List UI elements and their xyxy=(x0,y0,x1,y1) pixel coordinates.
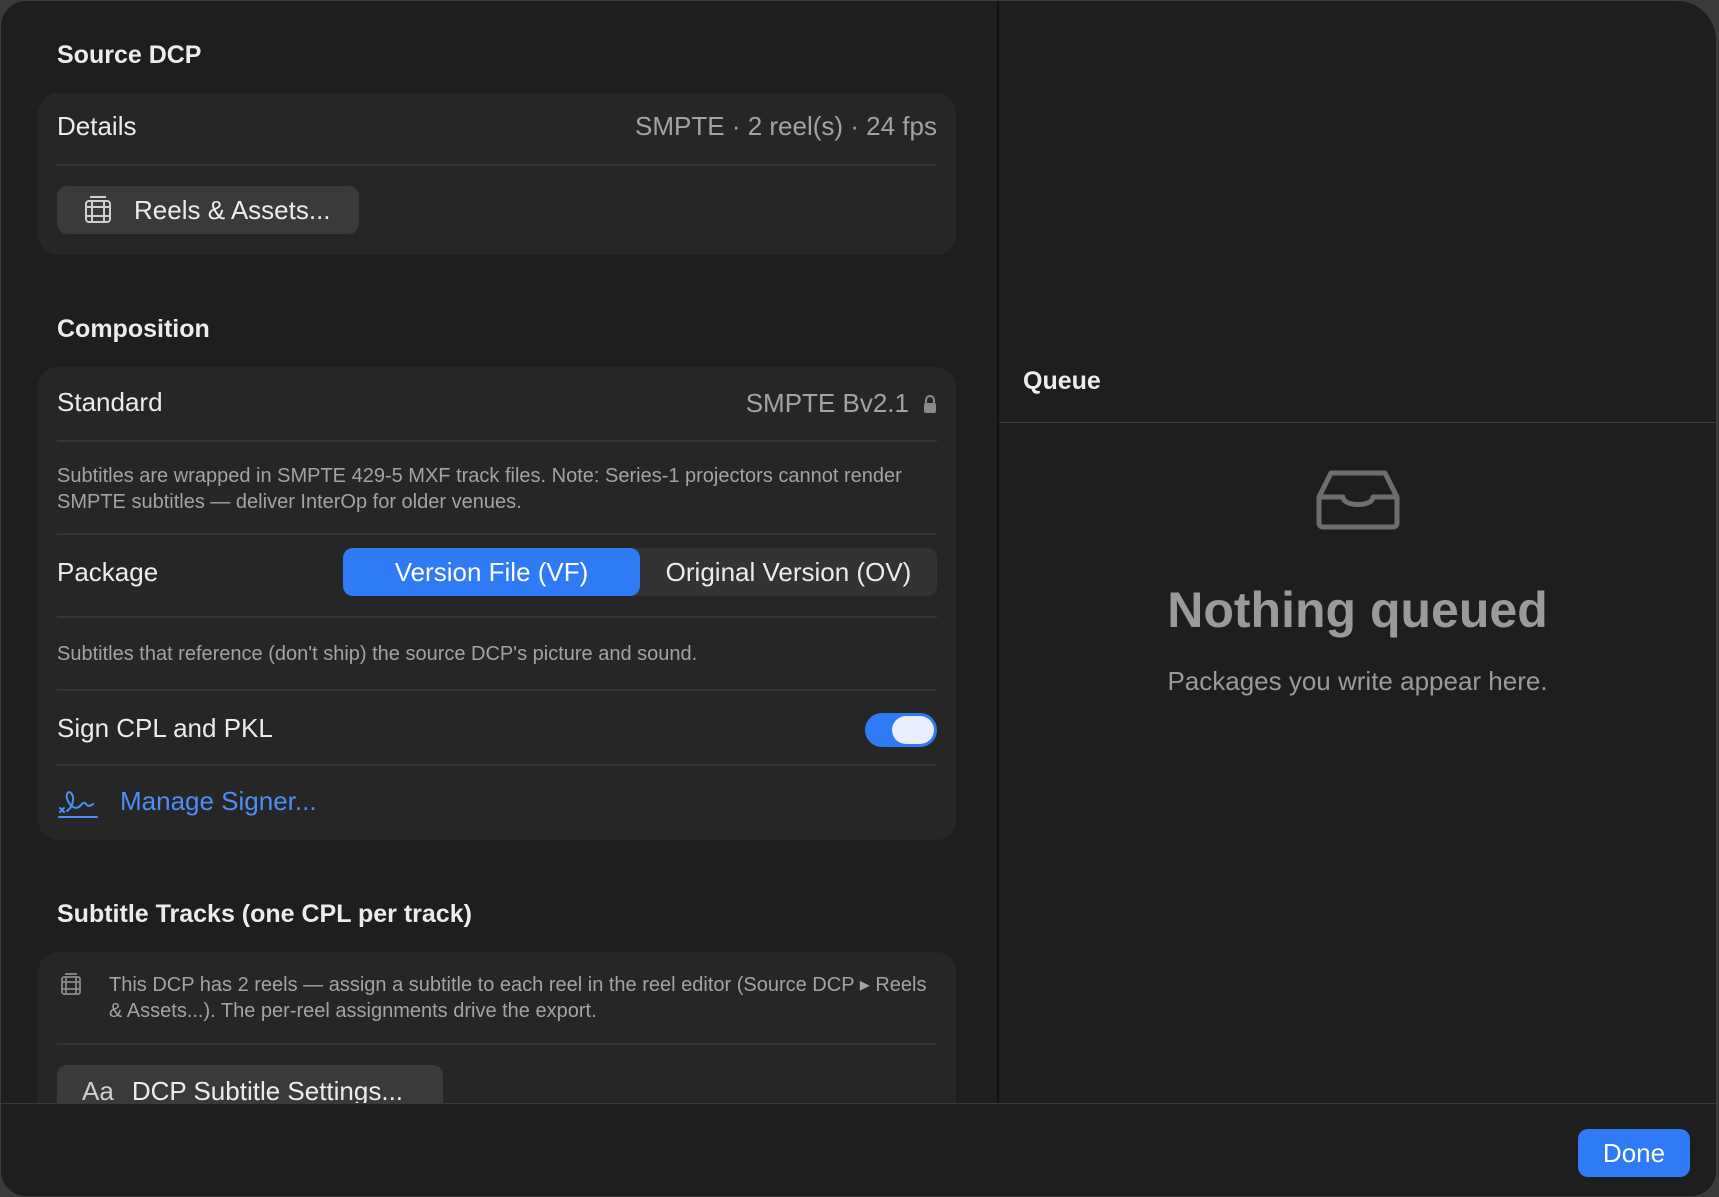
package-option-vf[interactable]: Version File (VF) xyxy=(343,548,640,596)
standard-label: Standard xyxy=(57,387,163,417)
sheet-window: Source DCP Details SMPTE · 2 reel(s) · 2… xyxy=(0,0,1717,1197)
package-segmented-control[interactable]: Version File (VF) Original Version (OV) xyxy=(343,548,937,596)
standard-value: SMPTE Bv2.1 xyxy=(745,388,909,418)
separator xyxy=(57,689,937,691)
film-icon xyxy=(83,195,113,225)
source-dcp-heading: Source DCP xyxy=(57,41,202,69)
toggle-knob xyxy=(892,716,934,744)
dcp-subtitle-settings-button[interactable]: Aa DCP Subtitle Settings... xyxy=(57,1065,443,1103)
reels-assets-button[interactable]: Reels & Assets... xyxy=(57,186,359,234)
composition-heading: Composition xyxy=(57,315,210,343)
package-option-ov[interactable]: Original Version (OV) xyxy=(640,548,937,596)
separator xyxy=(57,533,937,535)
queue-pane: Queue Nothing queued Packages you write … xyxy=(999,1,1716,1103)
empty-state-subtitle: Packages you write appear here. xyxy=(1167,666,1548,696)
queue-heading: Queue xyxy=(1023,367,1101,395)
text-format-icon: Aa xyxy=(82,1075,114,1104)
separator xyxy=(999,422,1716,423)
package-label: Package xyxy=(57,557,159,587)
details-label: Details xyxy=(57,111,137,141)
composition-card: Standard SMPTE Bv2.1 Subtitles are wrapp… xyxy=(38,367,956,840)
manage-signer-link[interactable]: Manage Signer... xyxy=(120,786,317,817)
lock-icon xyxy=(923,394,937,414)
separator xyxy=(57,440,937,442)
empty-state-title: Nothing queued xyxy=(1167,582,1548,638)
settings-pane[interactable]: Source DCP Details SMPTE · 2 reel(s) · 2… xyxy=(1,1,997,1103)
subtitle-tracks-heading: Subtitle Tracks (one CPL per track) xyxy=(57,900,472,928)
reel-assignment-info: This DCP has 2 reels — assign a subtitle… xyxy=(109,974,927,1022)
details-value: SMPTE · 2 reel(s) · 24 fps xyxy=(635,111,937,141)
signature-icon xyxy=(57,786,99,820)
package-note: Subtitles that reference (don't ship) th… xyxy=(57,643,698,665)
tray-icon xyxy=(1315,467,1401,531)
done-button[interactable]: Done xyxy=(1578,1129,1690,1177)
separator xyxy=(57,764,937,766)
reels-assets-label: Reels & Assets... xyxy=(134,194,331,225)
subtitle-tracks-card: This DCP has 2 reels — assign a subtitle… xyxy=(38,952,956,1103)
film-icon xyxy=(60,972,82,996)
standard-value-group: SMPTE Bv2.1 xyxy=(746,388,937,419)
source-dcp-card: Details SMPTE · 2 reel(s) · 24 fps Reels… xyxy=(38,93,956,255)
sign-cpl-pkl-toggle[interactable] xyxy=(865,713,937,747)
separator xyxy=(57,1043,937,1045)
dcp-subtitle-settings-label: DCP Subtitle Settings... xyxy=(131,1075,404,1104)
sign-label: Sign CPL and PKL xyxy=(57,713,273,743)
separator xyxy=(57,164,937,166)
separator xyxy=(57,616,937,618)
standard-note: Subtitles are wrapped in SMPTE 429-5 MXF… xyxy=(57,465,902,513)
sheet-footer: Done xyxy=(1,1103,1716,1196)
